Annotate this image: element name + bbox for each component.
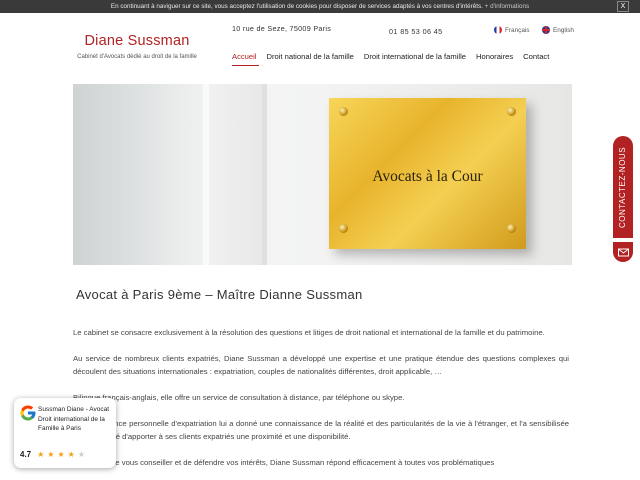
rating-stars: ★★★★★: [37, 450, 88, 459]
page-title: Avocat à Paris 9ème – Maître Dianne Suss…: [76, 287, 363, 302]
language-english[interactable]: English: [542, 26, 574, 34]
plaque-screw: [339, 107, 348, 116]
nav-item-honoraires[interactable]: Honoraires: [476, 52, 513, 61]
phone-number[interactable]: 01 85 53 06 45: [389, 27, 443, 36]
nav-active-indicator: [232, 65, 259, 66]
half-star: ★: [77, 450, 88, 459]
rating-value: 4.7: [20, 450, 32, 459]
language-french-label: Français: [505, 26, 530, 34]
business-name: Sussman Diane - Avocat Droit internation…: [38, 406, 110, 432]
plaque-text: Avocats à la Cour: [372, 168, 483, 185]
language-english-label: English: [553, 26, 574, 34]
contact-us-tab[interactable]: CONTACTEZ-NOUS: [613, 136, 633, 238]
contact-us-label: CONTACTEZ-NOUS: [618, 146, 628, 228]
google-logo-icon: [20, 405, 36, 421]
uk-flag-icon: [542, 26, 550, 34]
site-logo[interactable]: Diane Sussman Cabinet d'Avocats dédié au…: [70, 33, 204, 60]
full-stars: ★★★★: [37, 450, 78, 459]
office-address: 10 rue de Seze, 75009 Paris: [232, 24, 332, 33]
plaque-screw: [339, 224, 348, 233]
content-paragraph: Soucieuse de vous conseiller et de défen…: [73, 458, 495, 467]
nav-item-droit-national[interactable]: Droit national de la famille: [266, 52, 353, 61]
main-content: Le cabinet se consacre exclusivement à l…: [73, 326, 569, 480]
brand-tagline: Cabinet d'Avocats dédié au droit de la f…: [77, 54, 197, 60]
brand-name: Diane Sussman: [84, 33, 190, 49]
mail-button[interactable]: [613, 242, 633, 262]
cookie-banner: En continuant à naviguer sur ce site, vo…: [0, 0, 640, 13]
mail-icon: [617, 248, 629, 256]
brass-plaque: Avocats à la Cour: [329, 98, 526, 249]
cookie-more-info-link[interactable]: + d'informations: [485, 3, 529, 10]
main-navigation: Accueil Droit national de la famille Dro…: [232, 52, 549, 61]
cookie-close-button[interactable]: X: [617, 1, 629, 12]
nav-item-accueil[interactable]: Accueil: [232, 52, 256, 61]
french-flag-icon: [494, 26, 502, 34]
rating-row: 4.7 ★★★★★: [20, 450, 88, 459]
plaque-screw: [507, 107, 516, 116]
hero-wall-shade: [73, 84, 223, 265]
hero-image: Avocats à la Cour: [73, 84, 572, 265]
hero-door-frame: [203, 84, 267, 265]
cookie-banner-text: En continuant à naviguer sur ce site, vo…: [110, 3, 483, 10]
nav-item-droit-international[interactable]: Droit international de la famille: [364, 52, 466, 61]
plaque-screw: [507, 224, 516, 233]
content-paragraph: Le cabinet se consacre exclusivement à l…: [73, 328, 545, 337]
content-paragraph: Son expérience personnelle d'expatriatio…: [73, 419, 569, 441]
content-paragraph: Au service de nombreux clients expatriés…: [73, 354, 569, 376]
google-reviews-widget[interactable]: Sussman Diane - Avocat Droit internation…: [14, 398, 116, 468]
language-french[interactable]: Français: [494, 26, 530, 34]
content-paragraph: Bilingue français-anglais, elle offre un…: [73, 393, 405, 402]
nav-item-contact[interactable]: Contact: [523, 52, 549, 61]
